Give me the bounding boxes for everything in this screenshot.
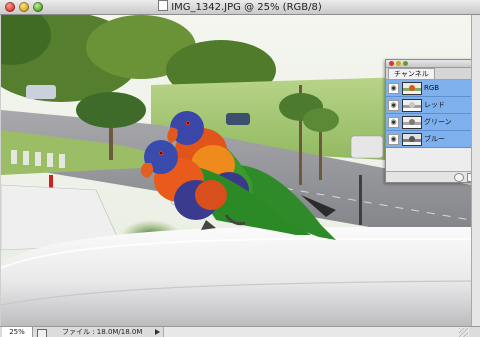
- photoshop-document-window: IMG_1342.JPG @ 25% (RGB/8) チャンネル ◉ RGB ◉…: [0, 0, 480, 337]
- document-status-icon[interactable]: [37, 329, 47, 337]
- channel-thumbnail: [402, 133, 422, 146]
- channel-label: ブルー: [424, 135, 445, 143]
- channel-row-rgb[interactable]: ◉ RGB: [386, 80, 471, 97]
- resize-grip-icon[interactable]: [459, 328, 468, 337]
- channel-thumbnail: [402, 116, 422, 129]
- channel-row-red[interactable]: ◉ レッド: [386, 97, 471, 114]
- visibility-eye-icon[interactable]: ◉: [388, 134, 399, 145]
- title-bar[interactable]: IMG_1342.JPG @ 25% (RGB/8): [0, 0, 480, 15]
- panel-minimize-button[interactable]: [396, 61, 401, 66]
- channels-panel: チャンネル ≡ ◉ RGB ◉ レッド ◉: [385, 59, 471, 183]
- file-size-info: ファイル : 18.0M/18.0M: [62, 328, 143, 336]
- image-canvas[interactable]: チャンネル ≡ ◉ RGB ◉ レッド ◉: [1, 15, 471, 326]
- horizontal-scrollbar[interactable]: [163, 327, 469, 337]
- status-bar: 25% ファイル : 18.0M/18.0M: [0, 326, 480, 337]
- load-selection-icon[interactable]: [454, 173, 464, 182]
- tab-channels[interactable]: チャンネル: [388, 68, 435, 79]
- channel-label: グリーン: [424, 118, 452, 126]
- zoom-level-field[interactable]: 25%: [2, 327, 33, 337]
- window-title: IMG_1342.JPG @ 25% (RGB/8): [0, 0, 480, 14]
- visibility-eye-icon[interactable]: ◉: [388, 100, 399, 111]
- channel-label: レッド: [424, 101, 445, 109]
- channel-row-green[interactable]: ◉ グリーン: [386, 114, 471, 131]
- document-icon: [158, 0, 169, 11]
- panel-footer: [386, 171, 471, 182]
- channel-thumbnail: [402, 82, 422, 95]
- window-title-text: IMG_1342.JPG @ 25% (RGB/8): [171, 2, 322, 13]
- visibility-eye-icon[interactable]: ◉: [388, 117, 399, 128]
- panel-zoom-button[interactable]: [403, 61, 408, 66]
- channel-label: RGB: [424, 84, 440, 92]
- panel-title-bar[interactable]: [386, 60, 471, 68]
- panel-close-button[interactable]: [389, 61, 394, 66]
- channel-row-blue[interactable]: ◉ ブルー: [386, 131, 471, 148]
- channel-thumbnail: [402, 99, 422, 112]
- visibility-eye-icon[interactable]: ◉: [388, 83, 399, 94]
- vertical-scrollbar[interactable]: [471, 15, 480, 326]
- status-menu-arrow-icon[interactable]: [155, 329, 160, 335]
- panel-tab-row: チャンネル ≡: [386, 68, 471, 80]
